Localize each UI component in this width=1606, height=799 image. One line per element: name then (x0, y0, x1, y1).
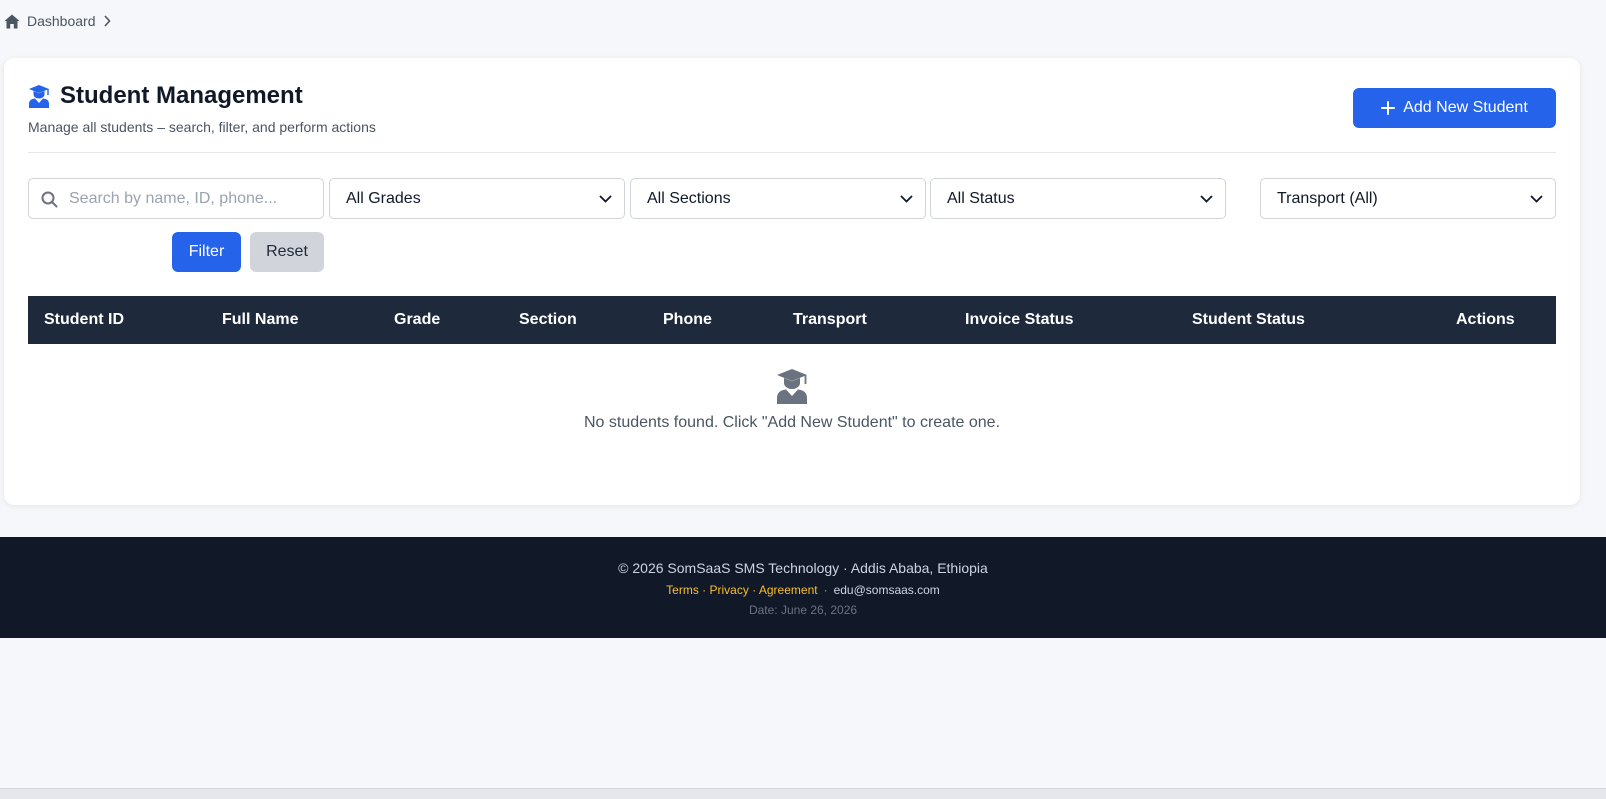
page-subtitle: Manage all students – search, filter, an… (28, 119, 376, 135)
column-header-section[interactable]: Section (519, 311, 577, 329)
search-field[interactable] (28, 178, 324, 219)
chevron-right-icon (103, 15, 111, 27)
footer-copyright: © 2026 SomSaaS SMS Technology · Addis Ab… (618, 560, 988, 576)
transport-select[interactable]: Transport (All) (1260, 178, 1556, 219)
status-select-value: All Status (947, 189, 1015, 207)
empty-state: No students found. Click "Add New Studen… (28, 368, 1556, 432)
search-input[interactable] (29, 179, 323, 218)
grade-select-value: All Grades (346, 189, 421, 207)
column-header-full-name[interactable]: Full Name (222, 311, 298, 329)
transport-select-value: Transport (All) (1277, 189, 1378, 207)
page-header: Student Management (28, 82, 303, 110)
breadcrumb: Dashboard (4, 13, 111, 29)
footer-links: Terms · Privacy · Agreement · edu@somsaas.… (0, 583, 1606, 597)
chevron-down-icon (1530, 194, 1543, 203)
column-header-student-status[interactable]: Student Status (1192, 311, 1305, 329)
privacy-link[interactable]: Privacy (710, 583, 749, 597)
footer: © 2026 SomSaaS SMS Technology · Addis Ab… (0, 537, 1606, 638)
terms-link[interactable]: Terms (666, 583, 699, 597)
filter-button[interactable]: Filter (172, 232, 241, 272)
footer-date: Date: June 26, 2026 (748, 603, 858, 617)
column-header-transport[interactable]: Transport (793, 311, 867, 329)
graduate-icon (29, 85, 49, 108)
reset-button[interactable]: Reset (250, 232, 324, 272)
page-title: Student Management (60, 82, 303, 109)
section-select-value: All Sections (647, 189, 731, 207)
graduate-icon (777, 369, 807, 404)
footer-separator: · (823, 583, 828, 597)
column-header-actions: Actions (1456, 311, 1515, 328)
add-new-student-label: Add New Student (1403, 99, 1528, 116)
column-header-invoice-status[interactable]: Invoice Status (965, 311, 1073, 329)
chevron-down-icon (900, 194, 913, 203)
column-header-grade[interactable]: Grade (394, 311, 440, 329)
window-bottom-edge (0, 788, 1606, 799)
column-header-student-id[interactable]: Student ID (44, 311, 124, 329)
column-header-phone[interactable]: Phone (663, 311, 712, 329)
student-management-card: Student Management Manage all students –… (4, 58, 1580, 505)
plus-icon (1381, 101, 1396, 115)
chevron-down-icon (599, 194, 612, 203)
status-select[interactable]: All Status (930, 178, 1226, 219)
table-header: Student ID Full Name Grade Section Phone… (28, 296, 1556, 344)
add-new-student-button[interactable]: Add New Student (1353, 88, 1556, 128)
home-icon[interactable] (4, 14, 20, 29)
section-select[interactable]: All Sections (630, 178, 926, 219)
empty-state-message: No students found. Click "Add New Studen… (583, 414, 1001, 431)
chevron-down-icon (1200, 194, 1213, 203)
grade-select[interactable]: All Grades (329, 178, 625, 219)
divider (28, 152, 1556, 153)
footer-email[interactable]: edu@somsaas.com (834, 583, 940, 597)
agreement-link[interactable]: Agreement (759, 583, 818, 597)
search-icon (41, 191, 58, 208)
link-separator: · (698, 583, 710, 597)
link-separator: · (748, 583, 759, 597)
breadcrumb-dashboard-link[interactable]: Dashboard (27, 13, 96, 29)
